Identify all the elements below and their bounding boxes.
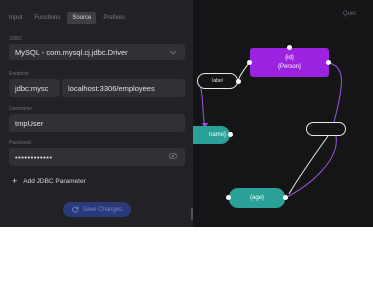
save-changes-button[interactable]: Save Changes [63,202,131,217]
tab-input[interactable]: Input [4,12,27,24]
username-field[interactable]: tmpUser [9,114,185,132]
tab-prefixes[interactable]: Prefixes [98,12,130,24]
refresh-icon [72,206,79,213]
edge-person-to-right-label [329,62,342,123]
edge-label-to-name [199,83,206,128]
name-node-port-right[interactable] [228,132,233,137]
add-jdbc-parameter-button[interactable]: + Add JDBC Parameter [12,176,86,186]
name-node[interactable]: name} [190,126,230,144]
person-node-port-right[interactable] [326,60,331,65]
endpoint-prefix-field[interactable]: jdbc:mysc [9,79,60,97]
age-node-port-left[interactable] [226,195,231,200]
tab-source[interactable]: Source [67,12,97,24]
person-node-port-left[interactable] [247,60,252,65]
endpoint-field[interactable]: localhost:3306/employees [62,79,185,97]
person-node-class: {Person} [277,63,302,70]
chevron-down-icon [169,50,177,55]
save-changes-label: Save Changes [82,206,123,213]
person-node-id: {id} [285,54,294,61]
person-node-port-top[interactable] [287,45,292,50]
username-label: Username [9,106,33,112]
edge-right-label-to-age [286,135,337,198]
password-label: Password [9,140,31,146]
password-value: •••••••••••• [15,152,53,162]
edge-label-right[interactable] [306,122,346,136]
add-jdbc-parameter-label: Add JDBC Parameter [23,177,86,185]
edge-label-left[interactable]: label [197,73,238,89]
edge-label-to-age-white [288,135,329,195]
panel-scrollbar[interactable] [191,208,193,220]
password-field[interactable]: •••••••••••• [9,148,185,166]
edge-label-port[interactable] [236,79,241,84]
tab-query[interactable]: Quer [343,11,356,17]
source-panel: Input Functions Source Prefixes JDBC MyS… [0,0,193,227]
plus-icon: + [12,176,18,186]
age-node-port-right[interactable] [283,195,288,200]
driver-select-value: MySQL - com.mysql.cj.jdbc.Driver [15,47,128,57]
mapping-editor: {id} {Person} label name} {age} Quer Inp… [0,0,373,227]
tab-functions[interactable]: Functions [29,12,65,24]
driver-select[interactable]: MySQL - com.mysql.cj.jdbc.Driver [9,44,185,60]
age-node[interactable]: {age} [229,188,285,208]
person-node[interactable]: {id} {Person} [250,48,329,77]
jdbc-label: JDBC [9,36,23,42]
endpoint-label: Endpoint [9,71,29,77]
panel-tabs: Input Functions Source Prefixes [4,12,130,24]
eye-off-icon[interactable] [168,152,178,160]
